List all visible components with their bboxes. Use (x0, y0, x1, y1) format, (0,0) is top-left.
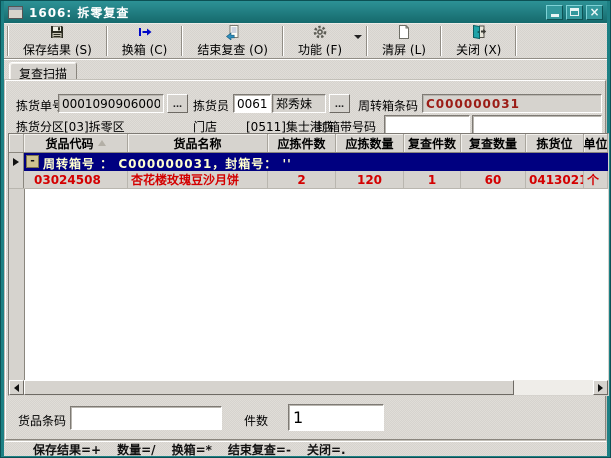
picker-name-input[interactable] (272, 94, 326, 113)
grid-empty-area (9, 189, 608, 380)
save-results-button[interactable]: 保存结果 (S) (10, 24, 105, 58)
grid-header-code-label: 货品代码 (45, 135, 93, 152)
recheck-grid: 货品代码 货品名称 应拣件数 应拣数量 复查件数 复查数量 拣货位 单位 - 周… (8, 133, 609, 396)
group-row-text: 周转箱号 ： C000000031，封箱号： '' (41, 153, 294, 171)
seal-number-input-2[interactable] (472, 115, 602, 134)
cell-name: 杏花楼玫瑰豆沙月饼 (128, 171, 268, 188)
change-box-label: 换箱 (C) (122, 41, 168, 58)
close-window-label: 关闭 (X) (456, 41, 501, 58)
tab-recheck-scan[interactable]: 复查扫描 (9, 62, 77, 80)
toolbar-separator (366, 26, 368, 56)
grid-group-row[interactable]: - 周转箱号 ： C000000031，封箱号： '' (9, 153, 608, 171)
window-title: 1606: 拆零复查 (29, 4, 540, 21)
tote-barcode-label: 周转箱条码 (358, 97, 418, 114)
grid-header-selector (9, 134, 24, 152)
toolbar: 保存结果 (S) 换箱 (C) 结束复查 (O) 功 (4, 24, 607, 59)
dropdown-arrow-icon[interactable] (354, 35, 362, 39)
grid-header-row: 货品代码 货品名称 应拣件数 应拣数量 复查件数 复查数量 拣货位 单位 (9, 134, 608, 153)
collapse-group-button[interactable]: - (26, 155, 39, 168)
cell-recheck-pieces: 1 (404, 171, 461, 188)
scrollbar-track[interactable] (514, 380, 593, 395)
scroll-right-button[interactable] (593, 380, 608, 395)
pick-order-input[interactable] (58, 94, 164, 113)
cell-code: 03024508 (24, 171, 128, 188)
window-body: 保存结果 (S) 换箱 (C) 结束复查 (O) 功 (4, 23, 607, 456)
page-arrow-icon (225, 24, 241, 40)
cell-pick-location: 04130212 (526, 171, 584, 188)
picker-label: 拣货员 (193, 97, 229, 114)
gear-icon (312, 24, 328, 40)
goods-barcode-label: 货品条码 (18, 412, 66, 429)
bar-arrow-icon (137, 24, 153, 40)
toolbar-separator (282, 26, 284, 56)
functions-label: 功能 (F) (298, 41, 342, 58)
grid-header-unit[interactable]: 单位 (584, 134, 608, 152)
minimize-button[interactable] (546, 5, 563, 20)
pieces-input[interactable] (288, 404, 384, 431)
clear-screen-label: 清屏 (L) (382, 41, 426, 58)
current-row-indicator (9, 153, 24, 171)
row-arrow-icon (13, 158, 19, 166)
toolbar-separator (181, 26, 183, 56)
toolbar-separator (7, 26, 9, 56)
grid-header-should-pick-pieces[interactable]: 应拣件数 (268, 134, 336, 152)
grid-header-recheck-pieces[interactable]: 复查件数 (404, 134, 461, 152)
minimize-icon (551, 14, 559, 17)
grid-header-pick-location[interactable]: 拣货位 (526, 134, 584, 152)
pick-order-label: 拣货单号 (16, 97, 64, 114)
grid-header-should-pick-qty[interactable]: 应拣数量 (336, 134, 404, 152)
cell-should-pick-qty: 120 (336, 171, 404, 188)
app-icon (8, 6, 23, 19)
floppy-disk-icon (49, 24, 65, 40)
exit-door-icon (471, 24, 487, 40)
close-icon: × (589, 6, 599, 18)
pieces-label: 件数 (244, 412, 268, 429)
hotkey-qty: 数量=/ (117, 441, 155, 458)
goods-barcode-input[interactable] (70, 406, 222, 430)
scroll-right-icon (598, 384, 603, 392)
close-button[interactable]: × (586, 5, 603, 20)
toolbar-separator (515, 26, 517, 56)
scroll-left-button[interactable] (9, 380, 24, 395)
cell-recheck-qty: 60 (461, 171, 526, 188)
grid-data-row[interactable]: 03024508 杏花楼玫瑰豆沙月饼 2 120 1 60 04130212 个 (9, 171, 608, 189)
scrollbar-thumb[interactable] (24, 380, 514, 395)
seal-number-input-1[interactable] (384, 115, 470, 134)
row-selector-cell (9, 171, 24, 188)
recheck-scan-panel: 拣货单号 ... 拣货员 ... 周转箱条码 拣货分区 [03]拆零区 门店 [… (5, 80, 606, 440)
grid-header-recheck-qty[interactable]: 复查数量 (461, 134, 526, 152)
scroll-left-icon (14, 384, 19, 392)
grid-header-name[interactable]: 货品名称 (128, 134, 268, 152)
status-bar: 保存结果=+ 数量=/ 换箱=* 结束复查=- 关闭=. (5, 440, 606, 458)
maximize-icon (570, 8, 579, 16)
cell-unit: 个 (584, 171, 608, 188)
end-recheck-button[interactable]: 结束复查 (O) (184, 24, 281, 58)
close-window-button[interactable]: 关闭 (X) (443, 24, 514, 58)
toolbar-separator (440, 26, 442, 56)
hotkey-save: 保存结果=+ (33, 441, 101, 458)
pick-order-browse-button[interactable]: ... (167, 94, 188, 113)
cell-should-pick-pieces: 2 (268, 171, 336, 188)
picker-code-input[interactable] (233, 94, 271, 113)
app-window: 1606: 拆零复查 × 保存结果 (S) 换箱 (C) (0, 0, 611, 458)
functions-button[interactable]: 功能 (F) (285, 24, 365, 58)
end-recheck-label: 结束复查 (O) (197, 41, 268, 58)
blank-page-icon (396, 24, 412, 40)
tab-strip: 复查扫描 (4, 61, 607, 80)
hotkey-close: 关闭=. (307, 441, 346, 458)
grid-horizontal-scrollbar[interactable] (9, 380, 608, 395)
clear-screen-button[interactable]: 清屏 (L) (369, 24, 439, 58)
titlebar[interactable]: 1606: 拆零复查 × (4, 1, 607, 23)
toolbar-separator (106, 26, 108, 56)
tote-barcode-input[interactable] (422, 94, 602, 113)
maximize-button[interactable] (566, 5, 583, 20)
change-box-button[interactable]: 换箱 (C) (109, 24, 181, 58)
sort-ascending-icon (98, 140, 106, 146)
picker-browse-button[interactable]: ... (329, 94, 350, 113)
grid-header-code[interactable]: 货品代码 (24, 134, 128, 152)
save-results-label: 保存结果 (S) (23, 41, 92, 58)
hotkey-change-box: 换箱=* (172, 441, 212, 458)
hotkey-end-recheck: 结束复查=- (228, 441, 291, 458)
